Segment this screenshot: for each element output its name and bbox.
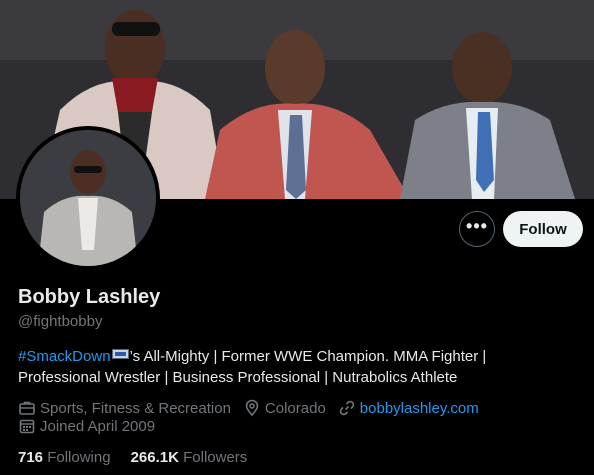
display-name: Bobby Lashley: [18, 286, 161, 308]
follow-counts: 716 Following 266.1K Followers: [18, 449, 267, 466]
followers-label: Followers: [183, 449, 248, 466]
profile-meta-row-2: Joined April 2009: [18, 417, 167, 435]
profile-bio: #SmackDown ’s All-Mighty | Former WWE Cha…: [18, 346, 588, 388]
website-link[interactable]: bobbylashley.com: [360, 400, 479, 417]
location-item: Colorado: [243, 399, 326, 417]
bio-text-line1: ’s All-Mighty | Former WWE Champion. MMA…: [129, 348, 487, 365]
following-count-link[interactable]: 716 Following: [18, 449, 111, 466]
profile-avatar[interactable]: [16, 126, 160, 270]
more-options-button[interactable]: •••: [459, 211, 495, 247]
profile-meta-row: Sports, Fitness & Recreation Colorado bo…: [18, 399, 491, 417]
more-dots-icon: •••: [466, 216, 488, 236]
followers-value: 266.1K: [130, 449, 179, 466]
following-value: 716: [18, 449, 44, 466]
bio-text-line2: Professional Wrestler | Business Profess…: [18, 369, 458, 386]
avatar-photo: [20, 130, 156, 266]
smackdown-hashflag-icon: [111, 349, 129, 359]
followers-count-link[interactable]: 266.1K Followers: [131, 449, 248, 466]
website-item[interactable]: bobbylashley.com: [338, 399, 479, 417]
link-icon: [339, 400, 355, 416]
briefcase-icon: [19, 401, 35, 415]
follow-button[interactable]: Follow: [503, 211, 583, 247]
user-handle: @fightbobby: [18, 313, 103, 330]
location-pin-icon: [245, 399, 259, 417]
following-label: Following: [47, 449, 111, 466]
category-item: Sports, Fitness & Recreation: [18, 399, 231, 417]
location-text: Colorado: [264, 399, 326, 417]
category-text: Sports, Fitness & Recreation: [40, 399, 231, 417]
calendar-icon: [19, 419, 35, 434]
joined-item: Joined April 2009: [18, 417, 155, 435]
hashtag-link[interactable]: #SmackDown: [18, 348, 111, 365]
joined-text: Joined April 2009: [40, 417, 156, 435]
